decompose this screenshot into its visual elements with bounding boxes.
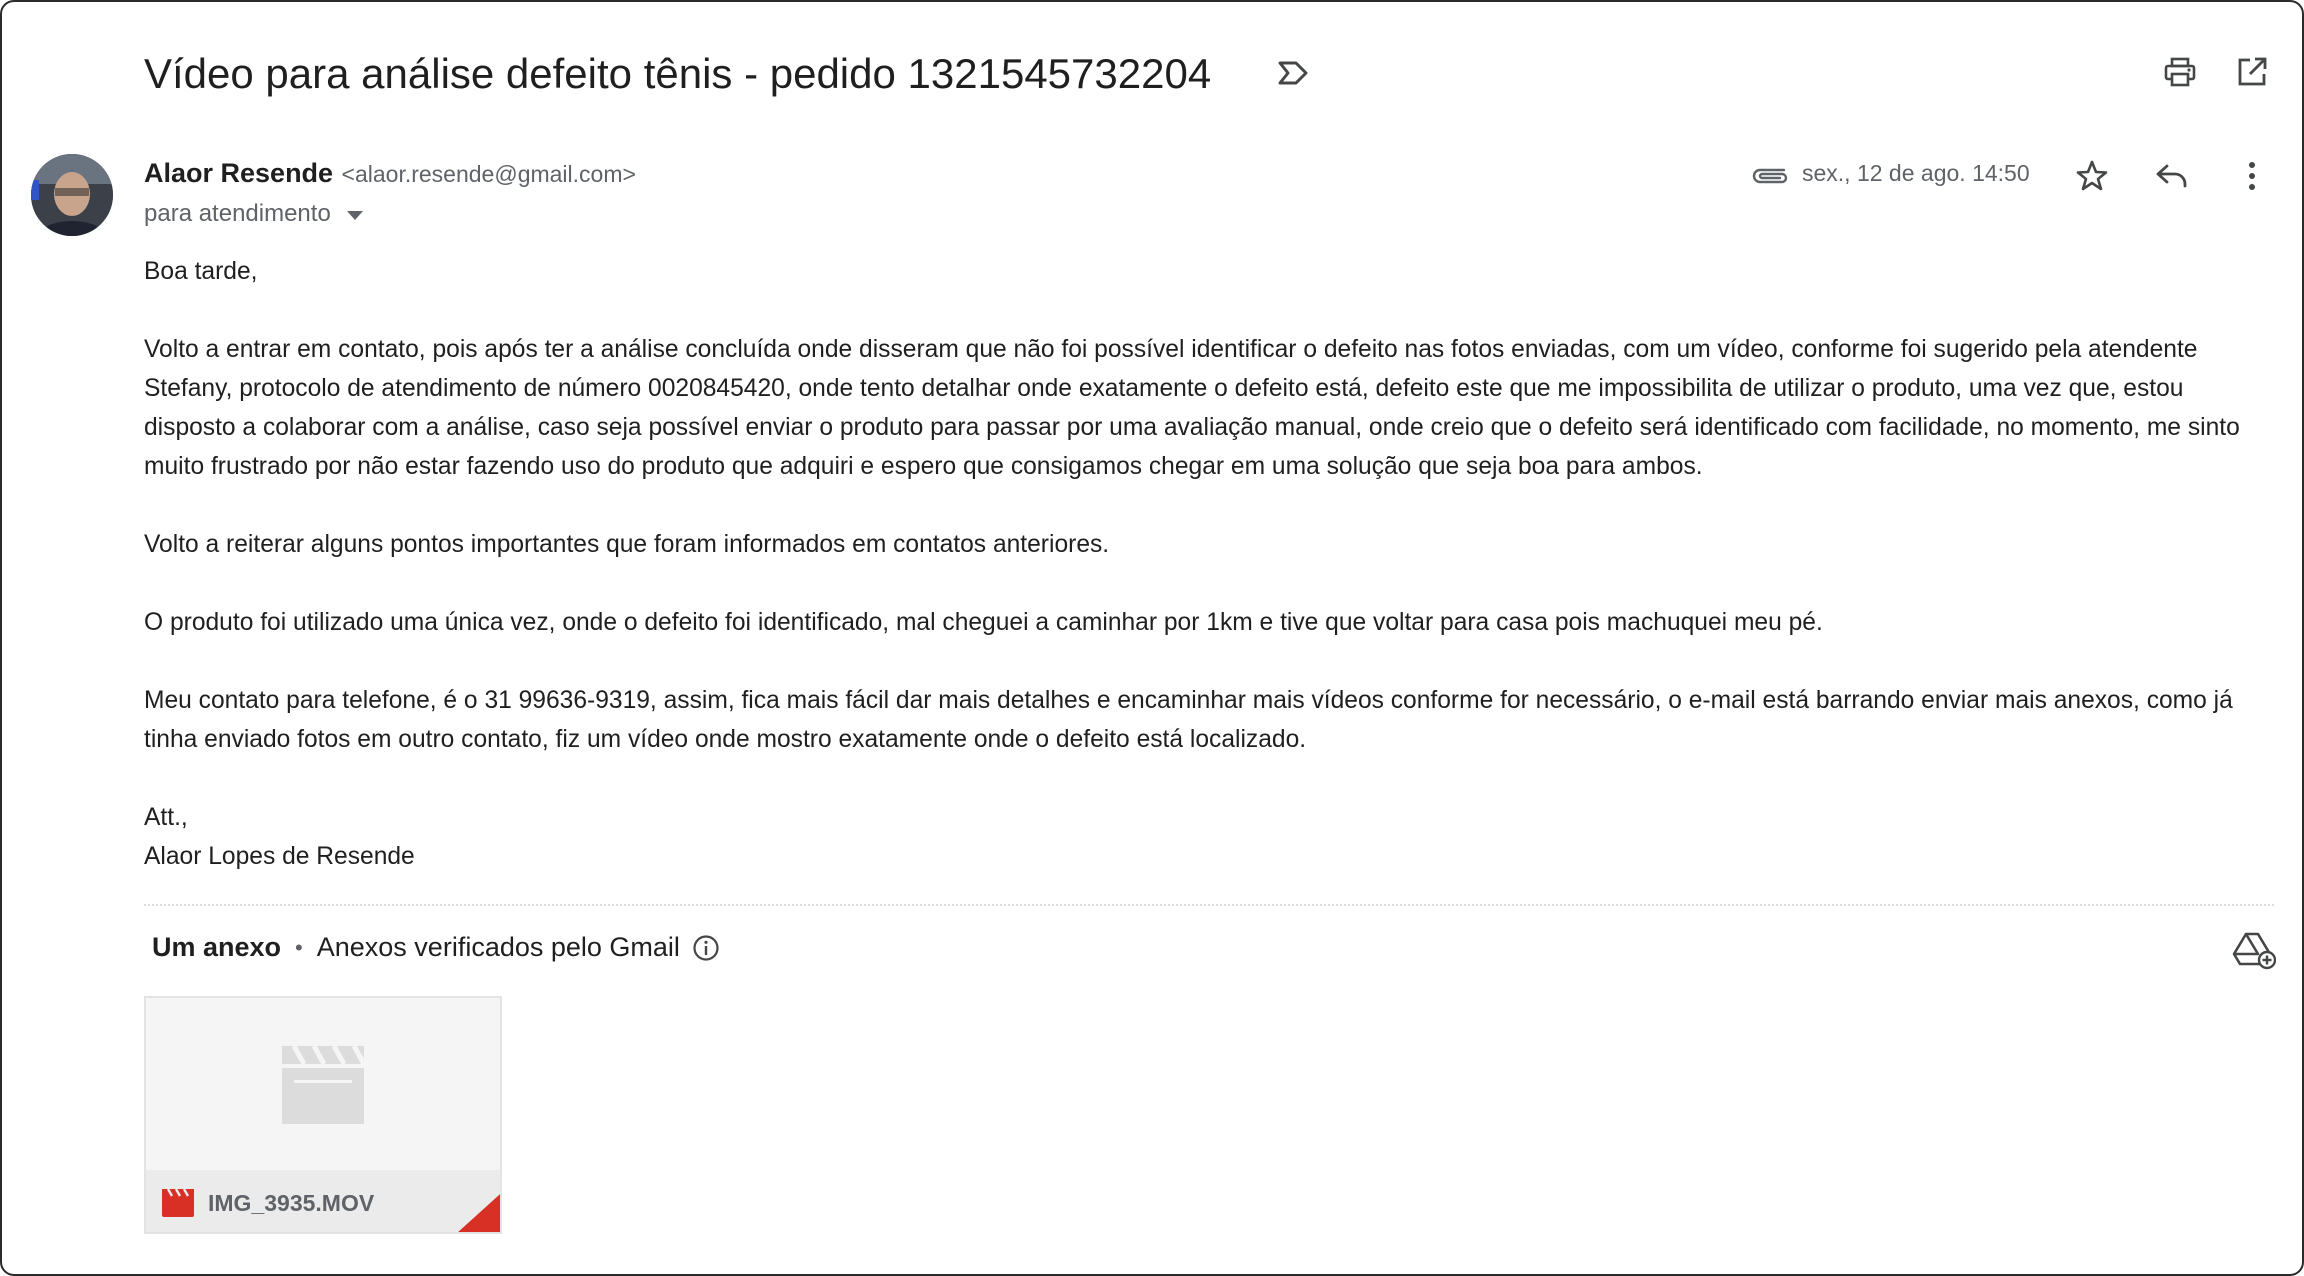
attachments-verified-label: Anexos verificados pelo Gmail	[316, 932, 680, 962]
more-vert-icon	[2249, 162, 2255, 190]
email-subject: Vídeo para análise defeito tênis - pedid…	[144, 50, 1212, 97]
attachments-header: Um anexo • Anexos verificados pelo Gmail	[152, 932, 720, 963]
file-corner-fold	[458, 1194, 500, 1232]
add-to-drive-icon[interactable]	[2232, 930, 2276, 970]
label-icon[interactable]	[1276, 58, 1310, 88]
attachment-footer: IMG_3935.MOV	[146, 1170, 500, 1232]
more-options-button[interactable]	[2230, 154, 2274, 198]
email-date: sex., 12 de ago. 14:50	[1802, 160, 2030, 186]
chevron-down-icon	[346, 210, 363, 220]
info-icon[interactable]	[692, 934, 720, 962]
attachment-filename: IMG_3935.MOV	[208, 1189, 375, 1216]
separator-dot: •	[295, 934, 303, 960]
star-icon	[2076, 160, 2108, 191]
reply-icon	[2156, 164, 2187, 188]
body-paragraph: Volto a entrar em contato, pois após ter…	[144, 336, 2240, 480]
body-greeting: Boa tarde,	[144, 258, 258, 285]
body-paragraph: O produto foi utilizado uma única vez, o…	[144, 609, 1823, 636]
open-in-new-window-button[interactable]	[2230, 50, 2274, 94]
star-button[interactable]	[2070, 154, 2114, 198]
video-file-icon	[162, 1189, 194, 1217]
recipients-label: para atendimento	[144, 200, 331, 227]
reply-button[interactable]	[2150, 154, 2194, 198]
sender-avatar[interactable]	[31, 154, 113, 236]
recipients-toggle[interactable]: para atendimento	[144, 200, 363, 228]
avatar-photo-icon	[31, 154, 113, 236]
attachment-thumbnail	[146, 998, 500, 1170]
email-view: Vídeo para análise defeito tênis - pedid…	[0, 0, 2304, 1276]
open-in-new-icon	[2238, 57, 2267, 86]
sender-line: Alaor Resende <alaor.resende@gmail.com>	[144, 158, 636, 189]
attachment-card[interactable]: IMG_3935.MOV	[144, 996, 502, 1234]
sender-email: <alaor.resende@gmail.com>	[341, 161, 636, 187]
attachment-icon	[1752, 168, 1788, 184]
video-thumbnail-icon	[282, 1044, 367, 1124]
attachments-divider	[144, 904, 2274, 906]
print-icon	[2164, 57, 2196, 87]
attachments-count: Um anexo	[152, 932, 282, 962]
body-paragraph: Volto a reiterar alguns pontos important…	[144, 531, 1110, 558]
sender-name[interactable]: Alaor Resende	[144, 158, 333, 188]
body-signoff: Att.,	[144, 804, 188, 831]
print-button[interactable]	[2158, 50, 2202, 94]
body-signature: Alaor Lopes de Resende	[144, 843, 415, 870]
body-paragraph: Meu contato para telefone, é o 31 99636-…	[144, 687, 2233, 753]
email-body: Boa tarde, Volto a entrar em contato, po…	[144, 252, 2274, 876]
